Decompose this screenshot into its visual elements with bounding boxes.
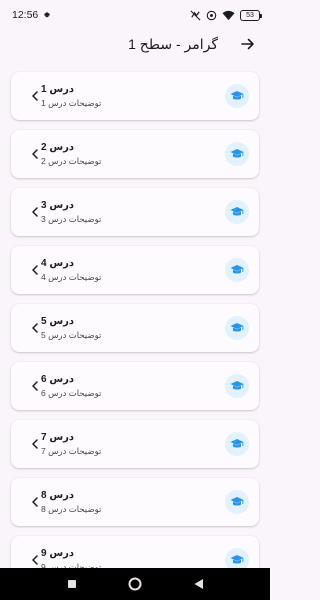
lesson-title: درس 8: [41, 490, 75, 501]
app-bar: گرامر - سطح 1: [0, 30, 270, 58]
lesson-subtitle: توضیحات درس 5: [41, 330, 102, 340]
lesson-text: درس 2 توضیحات درس 2: [41, 141, 211, 167]
lesson-subtitle: توضیحات درس 4: [41, 272, 102, 282]
home-icon: [128, 577, 142, 591]
lesson-subtitle: توضیحات درس 8: [41, 504, 102, 514]
lesson-title: درس 6: [41, 374, 75, 385]
lesson-avatar: [225, 374, 249, 398]
chevron-left-icon: [29, 322, 41, 334]
lesson-subtitle: توضیحات درس 1: [41, 98, 102, 108]
chevron-left-icon: [29, 148, 41, 160]
lesson-title: درس 3: [41, 200, 75, 211]
nav-back-button[interactable]: [188, 574, 208, 594]
graduation-cap-icon: [230, 497, 244, 506]
status-time: 12:56: [12, 9, 39, 21]
graduation-cap-icon: [230, 323, 244, 332]
chevron-left-icon: [29, 496, 41, 508]
lesson-avatar: [225, 316, 249, 340]
lesson-subtitle: توضیحات درس 7: [41, 446, 102, 456]
lesson-avatar: [225, 200, 249, 224]
status-right: 53: [190, 9, 262, 21]
lesson-avatar: [225, 490, 249, 514]
graduation-cap-icon: [230, 439, 244, 448]
graduation-cap-icon: [230, 381, 244, 390]
chevron-left-icon: [29, 90, 41, 102]
lesson-subtitle: توضیحات درس 2: [41, 156, 102, 166]
notification-dot-icon: [44, 12, 51, 18]
lesson-card[interactable]: درس 1 توضیحات درس 1: [11, 72, 259, 120]
chevron-left-icon: [29, 380, 41, 392]
lesson-text: درس 3 توضیحات درس 3: [41, 199, 211, 225]
graduation-cap-icon: [230, 91, 244, 100]
lesson-card[interactable]: درس 6 توضیحات درس 6: [11, 362, 259, 410]
graduation-cap-icon: [230, 207, 244, 216]
wifi-icon: [222, 10, 235, 21]
lesson-card[interactable]: درس 3 توضیحات درس 3: [11, 188, 259, 236]
home-button[interactable]: [125, 574, 145, 594]
lesson-title: درس 2: [41, 142, 75, 153]
do-not-disturb-icon: [190, 10, 201, 21]
screen: 12:56 53 گرامر - سطح 1 درس 1 توضیحات درس…: [0, 0, 270, 600]
status-left: 12:56: [12, 9, 51, 21]
graduation-cap-icon: [230, 265, 244, 274]
arrow-right-icon: [241, 38, 254, 50]
lesson-avatar: [225, 432, 249, 456]
lesson-text: درس 4 توضیحات درس 4: [41, 257, 211, 283]
battery-level: 53: [246, 11, 254, 19]
lesson-subtitle: توضیحات درس 6: [41, 388, 102, 398]
chevron-left-icon: [29, 554, 41, 566]
lesson-avatar: [225, 142, 249, 166]
lesson-avatar: [225, 258, 249, 282]
chevron-left-icon: [29, 438, 41, 450]
lesson-title: درس 1: [41, 84, 75, 95]
lesson-title: درس 9: [41, 548, 75, 559]
back-triangle-icon: [194, 579, 203, 589]
lesson-card[interactable]: درس 2 توضیحات درس 2: [11, 130, 259, 178]
recents-button[interactable]: [62, 574, 82, 594]
lesson-list: درس 1 توضیحات درس 1 درس 2 توضیحات درس 2: [11, 72, 259, 584]
lesson-title: درس 4: [41, 258, 75, 269]
lesson-avatar: [225, 84, 249, 108]
status-bar: 12:56 53: [0, 0, 270, 30]
lesson-card[interactable]: درس 4 توضیحات درس 4: [11, 246, 259, 294]
lesson-text: درس 7 توضیحات درس 7: [41, 431, 211, 457]
back-button[interactable]: [238, 34, 258, 54]
graduation-cap-icon: [230, 555, 244, 564]
alarm-icon: [206, 10, 217, 21]
recents-icon: [67, 580, 76, 588]
lesson-card[interactable]: درس 7 توضیحات درس 7: [11, 420, 259, 468]
lesson-title: درس 5: [41, 316, 75, 327]
system-nav-bar: [0, 568, 270, 600]
lesson-subtitle: توضیحات درس 3: [41, 214, 102, 224]
chevron-left-icon: [29, 206, 41, 218]
lesson-card[interactable]: درس 5 توضیحات درس 5: [11, 304, 259, 352]
lesson-card[interactable]: درس 8 توضیحات درس 8: [11, 478, 259, 526]
lesson-title: درس 7: [41, 432, 75, 443]
lesson-text: درس 5 توضیحات درس 5: [41, 315, 211, 341]
lesson-text: درس 6 توضیحات درس 6: [41, 373, 211, 399]
page-title: گرامر - سطح 1: [128, 35, 218, 52]
chevron-left-icon: [29, 264, 41, 276]
lesson-text: درس 1 توضیحات درس 1: [41, 83, 211, 109]
battery-icon: 53: [240, 9, 262, 21]
lesson-text: درس 8 توضیحات درس 8: [41, 489, 211, 515]
graduation-cap-icon: [230, 149, 244, 158]
